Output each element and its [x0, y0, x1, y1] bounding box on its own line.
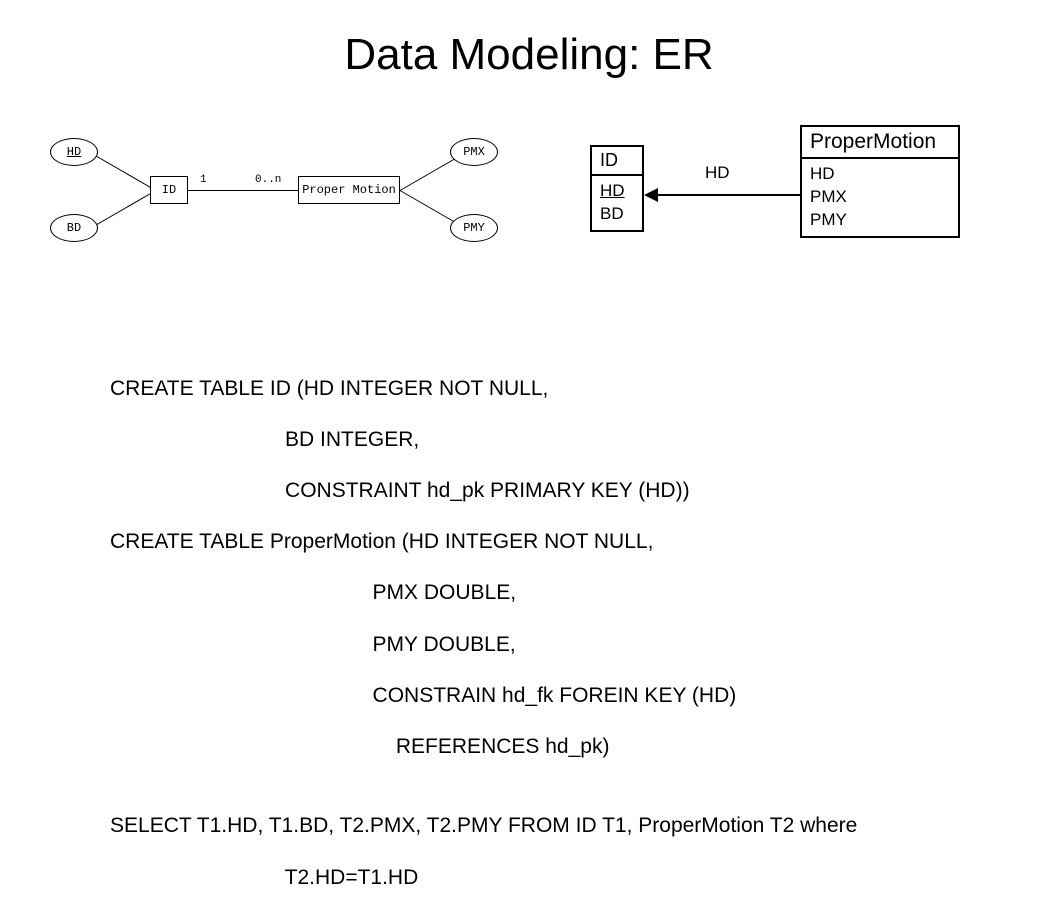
sql-line: BD INTEGER, [110, 427, 857, 453]
attr-hd: HD [50, 138, 98, 166]
sql-line: PMY DOUBLE, [110, 632, 857, 658]
schema-box-id: ID HD BD [590, 145, 644, 232]
sql-line: CREATE TABLE ID (HD INTEGER NOT NULL, [110, 376, 857, 402]
attr-pmy: PMY [450, 214, 498, 242]
sql-line: PMX DOUBLE, [110, 580, 857, 606]
cardinality-many: 0..n [255, 174, 281, 186]
relationship-proper-motion: Proper Motion [298, 176, 400, 204]
schema-diagram: ID HD BD HD ProperMotion HD PMX PMY [590, 125, 990, 295]
sql-line: CREATE TABLE ProperMotion (HD INTEGER NO… [110, 529, 857, 555]
diagram-region: HD BD ID 1 0..n Proper Motion PMX PMY ID… [0, 110, 1058, 330]
attr-pmx: PMX [450, 138, 498, 166]
cardinality-one: 1 [200, 174, 207, 186]
schema-pm-pmy: PMY [810, 209, 950, 232]
schema-pm-title: ProperMotion [802, 127, 958, 159]
schema-pm-pmx: PMX [810, 186, 950, 209]
sql-line: CONSTRAINT hd_pk PRIMARY KEY (HD)) [110, 478, 857, 504]
arrow-icon [644, 185, 800, 205]
schema-id-hd: HD [600, 180, 634, 203]
schema-box-propermotion: ProperMotion HD PMX PMY [800, 125, 960, 238]
relationship-label: HD [705, 163, 730, 183]
er-diagram: HD BD ID 1 0..n Proper Motion PMX PMY [30, 130, 510, 270]
schema-pm-hd: HD [810, 163, 950, 186]
sql-line: REFERENCES hd_pk) [110, 734, 857, 760]
schema-id-title: ID [592, 147, 642, 176]
schema-id-bd: BD [600, 203, 634, 226]
attr-bd: BD [50, 214, 98, 242]
sql-line: SELECT T1.HD, T1.BD, T2.PMX, T2.PMY FROM… [110, 813, 857, 839]
sql-line: T2.HD=T1.HD [110, 865, 857, 891]
sql-code: CREATE TABLE ID (HD INTEGER NOT NULL, BD… [110, 350, 857, 916]
entity-id: ID [150, 176, 188, 204]
page-title: Data Modeling: ER [0, 0, 1058, 80]
sql-line: CONSTRAIN hd_fk FOREIN KEY (HD) [110, 683, 857, 709]
